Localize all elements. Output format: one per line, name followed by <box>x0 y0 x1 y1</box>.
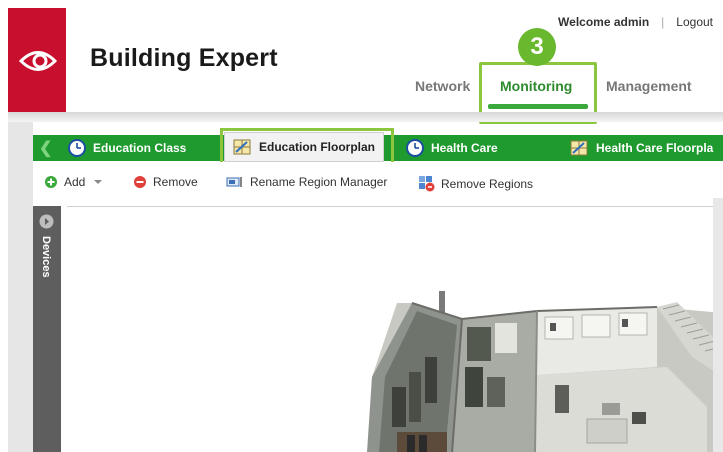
remove-regions-button[interactable]: Remove Regions <box>418 175 533 192</box>
expand-arrow-icon[interactable] <box>39 214 54 229</box>
remove-regions-icon <box>419 176 435 192</box>
tab-health-care-floorplan[interactable]: Health Care Floorpla <box>570 135 713 161</box>
rename-icon <box>226 177 242 187</box>
tab-label: Education Class <box>93 141 187 155</box>
remove-button[interactable]: Remove <box>133 175 198 189</box>
eye-logo-icon <box>19 51 57 71</box>
tab-label: Health Care Floorpla <box>596 141 714 155</box>
tab-scroll-left-icon[interactable]: ❮ <box>39 138 52 158</box>
tab-label: Health Care <box>431 141 498 155</box>
add-label: Add <box>64 175 86 189</box>
chevron-down-icon <box>94 180 103 184</box>
remove-label: Remove <box>153 175 198 189</box>
app-logo <box>8 8 66 112</box>
step-number-badge: 3 <box>518 28 556 66</box>
user-bar: Welcome admin | Logout <box>558 15 713 29</box>
nav-tab-management[interactable]: Management <box>606 78 692 94</box>
outer-frame-right <box>713 198 723 452</box>
tab-education-class[interactable]: Education Class <box>68 135 186 161</box>
remove-icon <box>134 176 146 188</box>
clock-icon <box>68 139 86 157</box>
logout-link[interactable]: Logout <box>676 15 713 29</box>
building-3d-floorplan-image <box>367 291 723 452</box>
separator: | <box>661 15 665 29</box>
floorplan-canvas[interactable] <box>67 206 723 452</box>
floorplan-icon <box>570 140 588 156</box>
add-button[interactable]: Add <box>44 175 109 189</box>
rename-label: Rename Region Manager <box>250 175 388 189</box>
header-divider <box>8 112 723 122</box>
clock-icon <box>406 139 424 157</box>
tab-health-care[interactable]: Health Care <box>406 135 498 161</box>
app-title: Building Expert <box>90 44 278 72</box>
add-icon <box>45 176 57 188</box>
devices-label: Devices <box>40 236 52 278</box>
remove-regions-label: Remove Regions <box>441 176 534 191</box>
welcome-text: Welcome admin <box>558 15 650 29</box>
outer-frame-left <box>8 122 33 452</box>
callout-highlight-tab <box>220 128 394 166</box>
nav-tab-network[interactable]: Network <box>415 78 470 94</box>
rename-region-manager-button[interactable]: Rename Region Manager <box>226 175 387 189</box>
